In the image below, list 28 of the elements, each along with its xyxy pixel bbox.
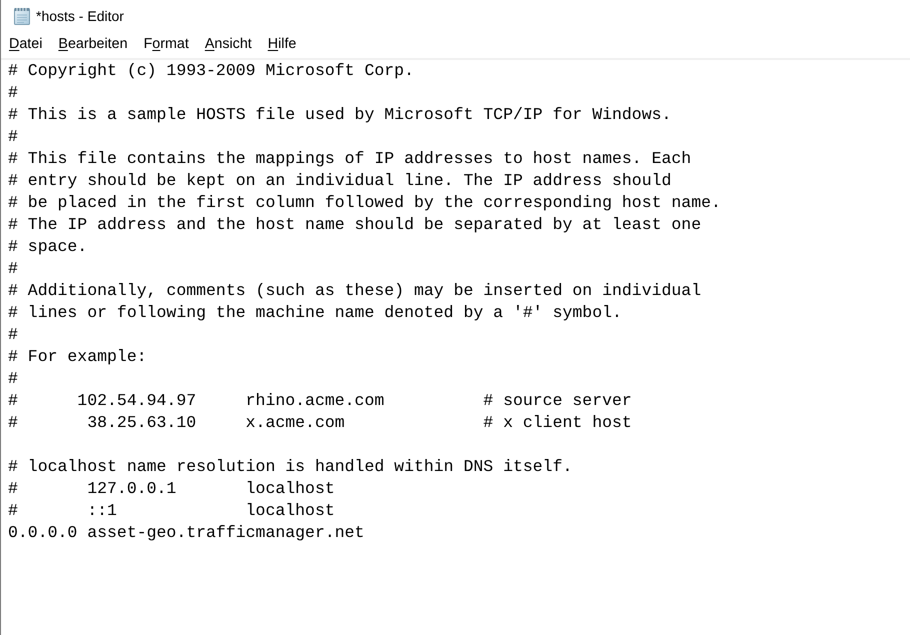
window-title: *hosts - Editor — [36, 8, 124, 24]
text-line: # — [8, 126, 18, 148]
menu-item[interactable]: Ansicht — [196, 34, 260, 55]
text-line: # This is a sample HOSTS file used by Microsoft TCP/IP for Windows. — [8, 104, 672, 126]
text-line: # — [8, 324, 18, 346]
text-line: # — [8, 258, 18, 280]
text-line: # space. — [8, 236, 88, 258]
text-line: 0.0.0.0 asset-geo.trafficmanager.net — [8, 522, 364, 544]
text-line: # Additionally, comments (such as these) may be inserted on individual — [8, 280, 702, 302]
text-line: # The IP address and the host name should be separated by at least one — [8, 214, 702, 236]
text-line: # 38.25.63.10 x.acme.com # x client host — [8, 412, 632, 434]
text-line: # — [8, 82, 18, 104]
menu-item[interactable]: Hilfe — [260, 34, 304, 55]
text-line: # For example: — [8, 346, 147, 368]
text-line: # be placed in the first column followed by the corresponding host name. — [8, 192, 721, 214]
notepad-icon — [13, 6, 31, 24]
text-line: # 102.54.94.97 rhino.acme.com # source server — [8, 390, 632, 412]
menu-item[interactable]: Datei — [1, 34, 50, 55]
text-line: # This file contains the mappings of IP addresses to host names. Each — [8, 148, 692, 170]
text-line: # lines or following the machine name denoted by a '#' symbol. — [8, 302, 622, 324]
menu-item[interactable]: Format — [136, 34, 197, 55]
text-line: # — [8, 368, 18, 390]
text-line: # entry should be kept on an individual line. The IP address should — [8, 170, 672, 192]
text-line: # 127.0.0.1 localhost — [8, 478, 335, 500]
menu-item[interactable]: Bearbeiten — [50, 34, 136, 55]
text-line: # Copyright (c) 1993-2009 Microsoft Corp. — [8, 60, 414, 82]
text-line: # localhost name resolution is handled within DNS itself. — [8, 456, 572, 478]
text-line: # ::1 localhost — [8, 500, 335, 522]
